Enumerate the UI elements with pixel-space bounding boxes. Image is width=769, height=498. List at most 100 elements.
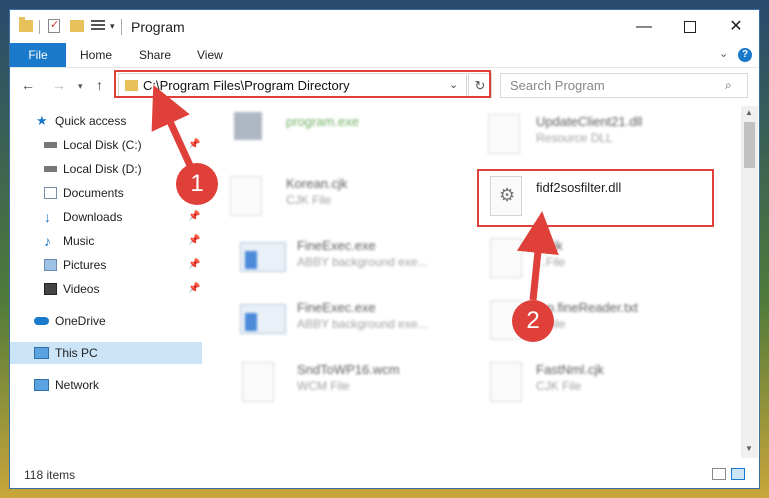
drive-icon: [44, 142, 57, 148]
quick-access-separator: [39, 20, 40, 34]
file-type: ABBY background exe...: [297, 255, 428, 269]
search-icon[interactable]: ⌕: [725, 78, 732, 93]
views-icon[interactable]: [91, 20, 105, 33]
list-item[interactable]: SndToWP16.wcm WCM File: [210, 354, 450, 406]
pin-icon[interactable]: 📌: [188, 230, 200, 252]
minimize-button[interactable]: —: [621, 10, 667, 43]
folder-icon[interactable]: [19, 17, 33, 32]
status-bar: 118 items: [10, 462, 759, 488]
videos-icon: [44, 283, 57, 295]
sidebar-item-label: Videos: [63, 282, 100, 296]
title-bar: ▾ Program — ✕: [10, 10, 759, 43]
tab-view[interactable]: View: [197, 43, 223, 67]
properties-icon[interactable]: [48, 18, 60, 33]
exe-file-icon: [234, 112, 262, 140]
file-name: FineExec.exe: [297, 238, 376, 253]
list-item[interactable]: Korean.cjk CJK File: [210, 168, 450, 220]
document-file-icon: [490, 362, 522, 402]
window-title: Program: [131, 19, 185, 35]
file-name: Korean.cjk: [286, 176, 348, 191]
sidebar-item-onedrive[interactable]: OneDrive: [10, 310, 202, 332]
file-list: program.exe Korean.cjk CJK File FineExec…: [210, 106, 740, 458]
search-input[interactable]: Search Program ⌕: [500, 73, 748, 98]
file-name: FastNml.cjk: [536, 362, 604, 377]
dll-file-icon: [488, 114, 520, 154]
address-bar-highlight: [114, 70, 491, 98]
list-item[interactable]: FineExec.exe ABBY background exe...: [210, 292, 450, 344]
sidebar-item-this-pc[interactable]: This PC: [10, 342, 202, 364]
sidebar-item-label: OneDrive: [55, 314, 106, 328]
star-icon: ★: [36, 113, 48, 128]
file-type: ...File: [536, 255, 566, 269]
scroll-down-icon[interactable]: ▼: [745, 444, 753, 453]
sidebar-item-label: This PC: [55, 346, 98, 360]
drive-icon: [44, 166, 57, 172]
list-item[interactable]: program.exe: [210, 106, 450, 158]
list-item[interactable]: ...cjk ...File: [458, 230, 698, 282]
sidebar-item-label: Documents: [63, 186, 124, 200]
pictures-icon: [44, 259, 57, 271]
list-item[interactable]: UpdateClient21.dll Resource DLL: [458, 106, 698, 158]
document-file-icon: [230, 176, 262, 216]
list-item[interactable]: ...p.fineReader.txt ...File: [458, 292, 698, 344]
sidebar-item-local-disk-c[interactable]: Local Disk (C:) 📌: [10, 134, 202, 156]
sidebar-item-label: Local Disk (C:): [63, 138, 142, 152]
up-arrow-icon[interactable]: ↑: [96, 77, 103, 93]
file-name: program.exe: [286, 114, 359, 129]
document-file-icon: [242, 362, 274, 402]
file-type: ABBY background exe...: [297, 317, 428, 331]
help-icon[interactable]: ?: [738, 48, 752, 62]
sidebar-item-documents[interactable]: Documents 📌: [10, 182, 202, 204]
computer-icon: [34, 347, 49, 359]
maximize-button[interactable]: [667, 10, 713, 43]
sidebar-item-pictures[interactable]: Pictures 📌: [10, 254, 202, 276]
sidebar-item-network[interactable]: Network: [10, 374, 202, 396]
application-icon: [240, 304, 286, 334]
application-icon: [240, 242, 286, 272]
pin-icon[interactable]: 📌: [188, 134, 200, 156]
sidebar-item-music[interactable]: ♪ Music 📌: [10, 230, 202, 252]
file-name: ...cjk: [536, 238, 563, 253]
back-arrow-icon[interactable]: ←: [21, 77, 35, 93]
address-row: ← → ▾ ↑ C:\Program Files\Program Directo…: [10, 68, 759, 102]
tab-file[interactable]: File: [10, 43, 66, 67]
item-count: 118 items: [24, 468, 76, 482]
download-icon: ↓: [44, 209, 51, 225]
navigation-pane: ★ Quick access Local Disk (C:) 📌 Local D…: [10, 106, 204, 458]
pin-icon[interactable]: 📌: [188, 278, 200, 300]
expand-ribbon-chevron-icon[interactable]: ⌄: [719, 47, 728, 60]
list-item[interactable]: FineExec.exe ABBY background exe...: [210, 230, 450, 282]
forward-arrow-icon[interactable]: →: [52, 77, 66, 93]
file-highlight: [477, 169, 714, 227]
maximize-icon: [684, 20, 696, 33]
document-file-icon: [490, 238, 522, 278]
sidebar-item-videos[interactable]: Videos 📌: [10, 278, 202, 300]
sidebar-item-label: Downloads: [63, 210, 123, 224]
tiles-view-icon[interactable]: [731, 468, 745, 480]
file-type: WCM File: [297, 379, 350, 393]
recent-locations-chevron-icon[interactable]: ▾: [78, 81, 83, 92]
sidebar-item-downloads[interactable]: ↓ Downloads 📌: [10, 206, 202, 228]
file-name: UpdateClient21.dll: [536, 114, 643, 129]
new-folder-icon[interactable]: [70, 20, 84, 32]
pin-icon[interactable]: 📌: [188, 206, 200, 228]
tab-share[interactable]: Share: [139, 43, 171, 67]
search-placeholder: Search Program: [510, 78, 605, 93]
scrollbar-thumb[interactable]: [744, 122, 755, 168]
scroll-up-icon[interactable]: ▲: [745, 108, 753, 117]
vertical-scrollbar[interactable]: ▲ ▼: [741, 106, 758, 458]
details-view-icon[interactable]: [712, 468, 726, 480]
sidebar-item-local-disk-d[interactable]: Local Disk (D:): [10, 158, 202, 180]
sidebar-item-label: Pictures: [63, 258, 107, 272]
documents-icon: [44, 187, 57, 199]
file-type: CJK File: [286, 193, 332, 207]
list-item[interactable]: FastNml.cjk CJK File: [458, 354, 698, 406]
sidebar-item-label: Quick access: [55, 114, 127, 128]
customize-toolbar-chevron-icon[interactable]: ▾: [110, 21, 115, 32]
pin-icon[interactable]: 📌: [188, 254, 200, 276]
cloud-icon: [34, 317, 49, 325]
tab-home[interactable]: Home: [80, 43, 112, 67]
sidebar-item-quick-access[interactable]: ★ Quick access: [10, 110, 202, 132]
close-button[interactable]: ✕: [713, 10, 759, 43]
file-name: SndToWP16.wcm: [297, 362, 400, 377]
